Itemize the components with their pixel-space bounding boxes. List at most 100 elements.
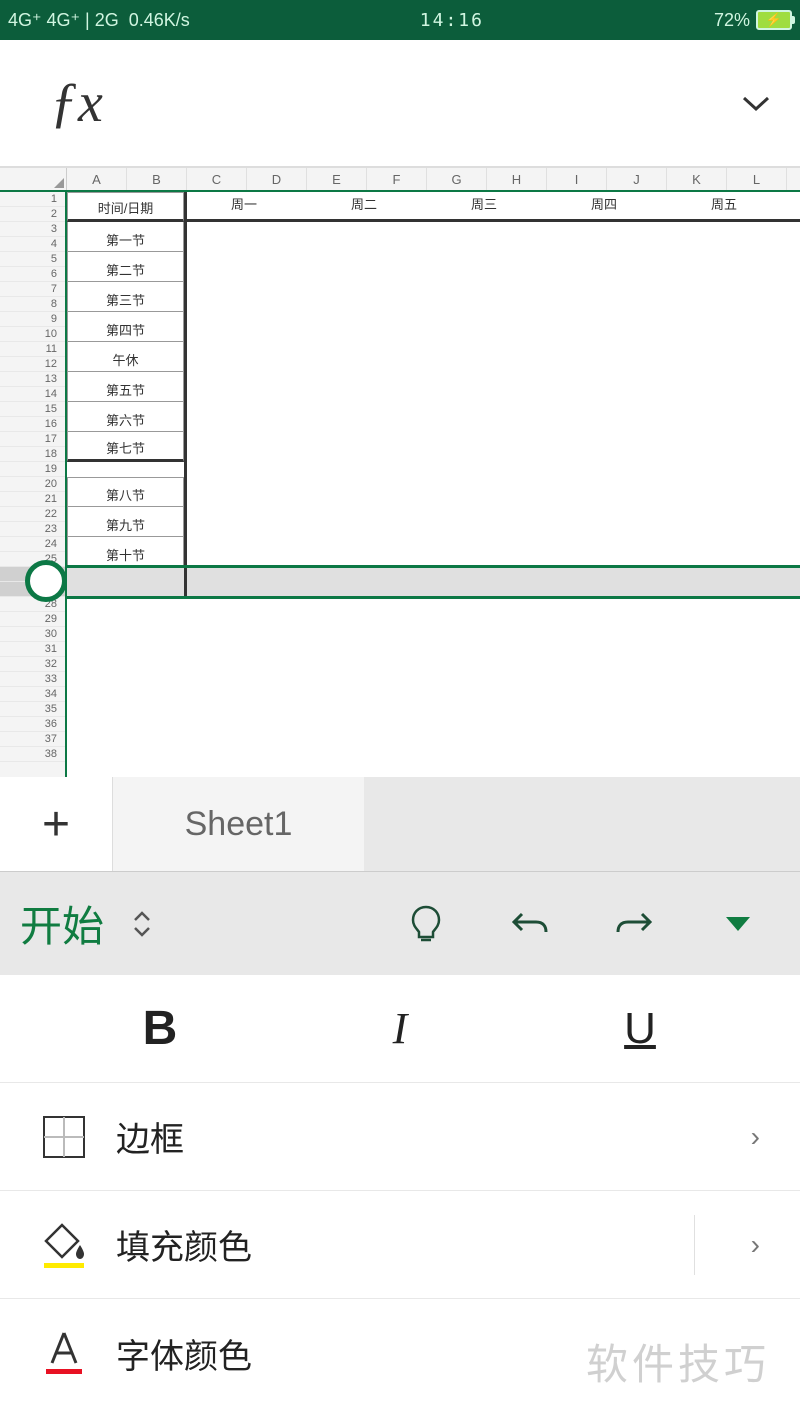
- bulb-icon[interactable]: [402, 900, 450, 948]
- col-header-F[interactable]: F: [367, 168, 427, 190]
- row-header-15[interactable]: 15: [0, 402, 65, 417]
- bold-button[interactable]: B: [40, 1001, 280, 1056]
- selection-border: [67, 565, 800, 599]
- row-header-32[interactable]: 32: [0, 657, 65, 672]
- font-color-icon: [40, 1329, 88, 1377]
- row-header-16[interactable]: 16: [0, 417, 65, 432]
- row-header-14[interactable]: 14: [0, 387, 65, 402]
- status-bar: 4G⁺ 4G⁺ | 2G 0.46K/s 14:16 72% ⚡: [0, 0, 800, 40]
- row-header-38[interactable]: 38: [0, 747, 65, 762]
- row-header-11[interactable]: 11: [0, 342, 65, 357]
- ribbon-switcher-icon[interactable]: [132, 908, 152, 940]
- select-all-corner[interactable]: [0, 168, 67, 190]
- row-header-17[interactable]: 17: [0, 432, 65, 447]
- period-cell[interactable]: 午休: [67, 342, 184, 372]
- row-header-12[interactable]: 12: [0, 357, 65, 372]
- schedule-column: 时间/日期第一节第二节第三节第四节午休第五节第六节第七节第八节第九节第十节: [67, 192, 184, 567]
- ribbon-bar: 开始: [0, 871, 800, 975]
- day-header[interactable]: 周三: [424, 192, 544, 219]
- col-header-A[interactable]: A: [67, 168, 127, 190]
- border-label: 边框: [116, 1112, 723, 1161]
- period-cell[interactable]: 第七节: [67, 432, 184, 462]
- col-header-J[interactable]: J: [607, 168, 667, 190]
- chevron-down-icon[interactable]: [742, 88, 770, 119]
- row-header-4[interactable]: 4: [0, 237, 65, 252]
- row-header-34[interactable]: 34: [0, 687, 65, 702]
- period-cell[interactable]: 第五节: [67, 372, 184, 402]
- row-header-2[interactable]: 2: [0, 207, 65, 222]
- col-header-G[interactable]: G: [427, 168, 487, 190]
- row-header-20[interactable]: 20: [0, 477, 65, 492]
- col-header-B[interactable]: B: [127, 168, 187, 190]
- row-header-10[interactable]: 10: [0, 327, 65, 342]
- period-cell[interactable]: 第二节: [67, 252, 184, 282]
- col-header-K[interactable]: K: [667, 168, 727, 190]
- sheet-tab-1[interactable]: Sheet1: [112, 777, 364, 871]
- row-header-22[interactable]: 22: [0, 507, 65, 522]
- col-header-C[interactable]: C: [187, 168, 247, 190]
- row-header-7[interactable]: 7: [0, 282, 65, 297]
- col-header-D[interactable]: D: [247, 168, 307, 190]
- underline-button[interactable]: U: [520, 1004, 760, 1054]
- battery-icon: ⚡: [756, 10, 792, 30]
- formula-bar[interactable]: ƒx: [0, 40, 800, 168]
- add-sheet-button[interactable]: +: [0, 777, 112, 871]
- period-cell[interactable]: 第九节: [67, 507, 184, 537]
- ribbon-tab-label[interactable]: 开始: [20, 893, 104, 954]
- selection-handle[interactable]: [25, 560, 67, 602]
- border-icon: [40, 1113, 88, 1161]
- row-header-24[interactable]: 24: [0, 537, 65, 552]
- row-header-6[interactable]: 6: [0, 267, 65, 282]
- redo-icon[interactable]: [610, 900, 658, 948]
- col-header-L[interactable]: L: [727, 168, 787, 190]
- row-headers: 1234567891011121314151617181920212223242…: [0, 192, 67, 777]
- thick-border: [184, 192, 187, 597]
- chevron-right-icon: ›: [751, 1229, 760, 1261]
- row-header-5[interactable]: 5: [0, 252, 65, 267]
- row-header-21[interactable]: 21: [0, 492, 65, 507]
- period-cell[interactable]: 第十节: [67, 537, 184, 567]
- col-header-E[interactable]: E: [307, 168, 367, 190]
- spreadsheet-grid[interactable]: ABCDEFGHIJKL 123456789101112131415161718…: [0, 168, 800, 777]
- row-header-35[interactable]: 35: [0, 702, 65, 717]
- day-header[interactable]: 周二: [304, 192, 424, 219]
- status-right: 72% ⚡: [714, 10, 792, 31]
- col-header-I[interactable]: I: [547, 168, 607, 190]
- undo-icon[interactable]: [506, 900, 554, 948]
- sheet-tabs-bar: + Sheet1: [0, 777, 800, 871]
- row-header-29[interactable]: 29: [0, 612, 65, 627]
- day-header[interactable]: 周五: [664, 192, 784, 219]
- period-cell[interactable]: 第四节: [67, 312, 184, 342]
- row-header-18[interactable]: 18: [0, 447, 65, 462]
- border-option[interactable]: 边框 ›: [0, 1083, 800, 1191]
- row-header-1[interactable]: 1: [0, 192, 65, 207]
- period-cell[interactable]: 第一节: [67, 222, 184, 252]
- period-cell[interactable]: 第六节: [67, 402, 184, 432]
- network-indicator: 4G⁺ 4G⁺ | 2G: [8, 10, 119, 31]
- collapse-icon[interactable]: [714, 900, 762, 948]
- row-header-19[interactable]: 19: [0, 462, 65, 477]
- row-header-37[interactable]: 37: [0, 732, 65, 747]
- text-style-row: B I U: [0, 975, 800, 1083]
- row-header-8[interactable]: 8: [0, 297, 65, 312]
- day-header[interactable]: 周四: [544, 192, 664, 219]
- period-cell[interactable]: 第八节: [67, 477, 184, 507]
- row-header-13[interactable]: 13: [0, 372, 65, 387]
- day-header[interactable]: 周一: [184, 192, 304, 219]
- row-header-33[interactable]: 33: [0, 672, 65, 687]
- row-header-9[interactable]: 9: [0, 312, 65, 327]
- status-time: 14:16: [190, 10, 714, 31]
- row-header-30[interactable]: 30: [0, 627, 65, 642]
- battery-percent: 72%: [714, 10, 750, 31]
- schedule-days-row: 周一周二周三周四周五: [184, 192, 800, 222]
- row-header-36[interactable]: 36: [0, 717, 65, 732]
- schedule-header-cell[interactable]: 时间/日期: [67, 192, 184, 222]
- period-cell[interactable]: 第三节: [67, 282, 184, 312]
- col-header-H[interactable]: H: [487, 168, 547, 190]
- row-header-3[interactable]: 3: [0, 222, 65, 237]
- italic-button[interactable]: I: [280, 1003, 520, 1054]
- row-header-23[interactable]: 23: [0, 522, 65, 537]
- row-header-31[interactable]: 31: [0, 642, 65, 657]
- cells-area[interactable]: 时间/日期第一节第二节第三节第四节午休第五节第六节第七节第八节第九节第十节 周一…: [67, 192, 800, 777]
- fill-color-option[interactable]: 填充颜色 ›: [0, 1191, 800, 1299]
